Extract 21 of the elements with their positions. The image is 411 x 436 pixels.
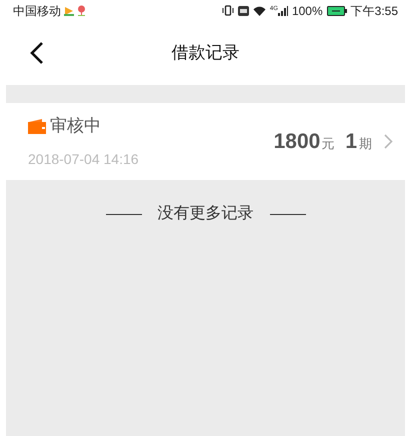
- vibrate-icon: [222, 5, 234, 16]
- clock-time: 下午3:55: [350, 2, 398, 20]
- carrier-name: 中国移动: [13, 2, 61, 20]
- battery-icon: [326, 6, 347, 16]
- loan-amount: 1800: [274, 128, 320, 155]
- back-icon[interactable]: [29, 41, 45, 65]
- wifi-icon: [252, 6, 266, 16]
- periods-unit: 期: [359, 134, 372, 153]
- battery-percent: 100%: [292, 2, 323, 20]
- amount-unit: 元: [321, 134, 334, 153]
- chevron-right-icon: [384, 134, 393, 149]
- record-status: 审核中: [50, 115, 101, 138]
- app-icon: [64, 6, 74, 16]
- wallet-icon: [28, 118, 46, 134]
- hd-icon: [238, 6, 249, 16]
- loan-periods: 1: [345, 128, 357, 155]
- no-more-records-note: 没有更多记录: [158, 204, 254, 224]
- record-date: 2018-07-04 14:16: [28, 150, 139, 169]
- page-title: 借款记录: [172, 43, 240, 62]
- location-pin-icon: [77, 5, 86, 16]
- signal-icon: [278, 6, 288, 16]
